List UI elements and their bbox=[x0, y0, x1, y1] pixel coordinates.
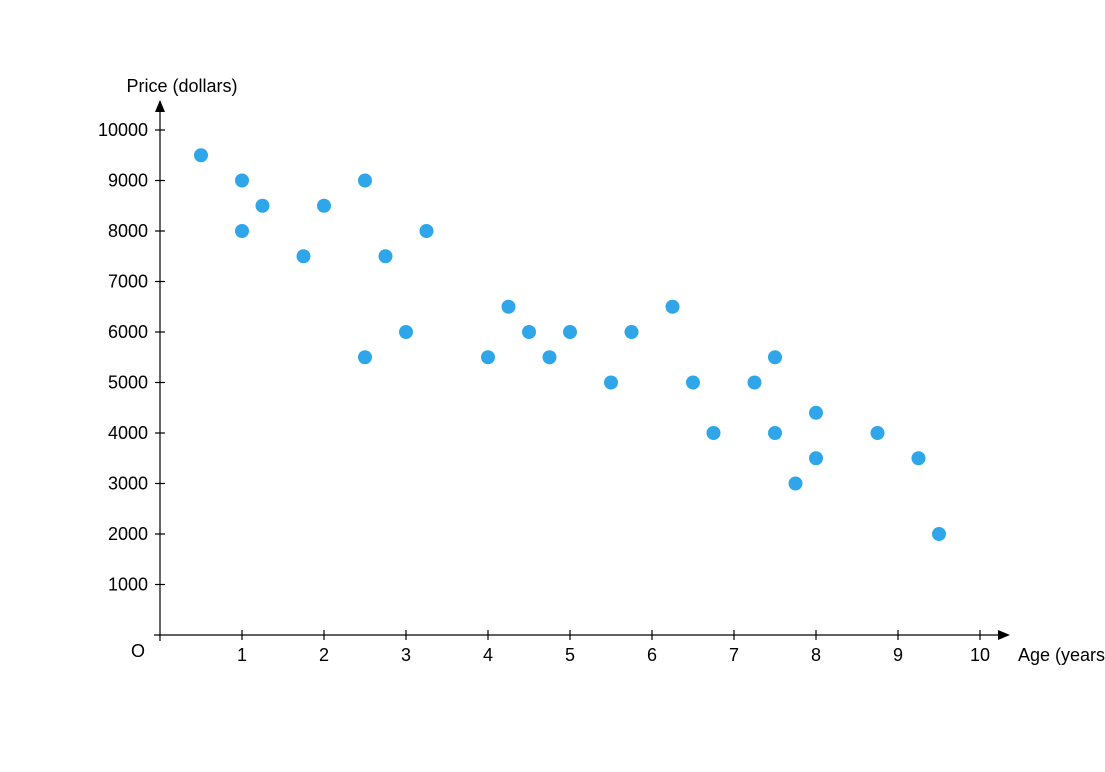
y-axis-title: Price (dollars) bbox=[126, 76, 237, 96]
data-point bbox=[707, 426, 721, 440]
x-tick-label: 5 bbox=[565, 645, 575, 665]
data-point bbox=[871, 426, 885, 440]
data-point bbox=[235, 174, 249, 188]
y-tick-label: 8000 bbox=[108, 221, 148, 241]
y-tick-label: 4000 bbox=[108, 423, 148, 443]
data-point bbox=[809, 451, 823, 465]
x-tick-label: 9 bbox=[893, 645, 903, 665]
x-axis-title: Age (years) bbox=[1018, 645, 1105, 665]
x-tick-label: 6 bbox=[647, 645, 657, 665]
chart-stage: O 1 2 3 4 5 6 7 8 9 10 1000 2000 3000 4000 5000 6000 7000… bbox=[0, 0, 1105, 772]
y-tick-label: 10000 bbox=[98, 120, 148, 140]
y-tick-label: 9000 bbox=[108, 171, 148, 191]
data-point bbox=[789, 477, 803, 491]
data-point bbox=[522, 325, 536, 339]
data-point bbox=[666, 300, 680, 314]
y-tick-label: 1000 bbox=[108, 575, 148, 595]
data-point bbox=[420, 224, 434, 238]
x-tick-label: 1 bbox=[237, 645, 247, 665]
data-point bbox=[379, 249, 393, 263]
x-tick-label: 2 bbox=[319, 645, 329, 665]
data-point bbox=[748, 376, 762, 390]
data-point bbox=[543, 350, 557, 364]
data-point bbox=[932, 527, 946, 541]
data-point bbox=[256, 199, 270, 213]
data-point bbox=[625, 325, 639, 339]
data-point bbox=[194, 148, 208, 162]
y-tick-label: 3000 bbox=[108, 474, 148, 494]
data-point bbox=[604, 376, 618, 390]
origin-label: O bbox=[131, 641, 145, 661]
data-point bbox=[358, 350, 372, 364]
data-point bbox=[809, 406, 823, 420]
y-tick-label: 5000 bbox=[108, 373, 148, 393]
x-tick-label: 4 bbox=[483, 645, 493, 665]
x-tick-label: 10 bbox=[970, 645, 990, 665]
y-axis-arrow bbox=[155, 100, 165, 112]
data-point bbox=[686, 376, 700, 390]
data-point bbox=[502, 300, 516, 314]
x-tick-label: 3 bbox=[401, 645, 411, 665]
y-tick-label: 6000 bbox=[108, 322, 148, 342]
x-tick-label: 7 bbox=[729, 645, 739, 665]
x-axis-arrow bbox=[998, 630, 1010, 640]
data-point bbox=[317, 199, 331, 213]
data-point bbox=[768, 426, 782, 440]
data-point bbox=[563, 325, 577, 339]
data-point bbox=[768, 350, 782, 364]
data-point bbox=[235, 224, 249, 238]
x-tick-label: 8 bbox=[811, 645, 821, 665]
scatter-chart: O 1 2 3 4 5 6 7 8 9 10 1000 2000 3000 4000 5000 6000 7000… bbox=[0, 0, 1105, 772]
data-point bbox=[358, 174, 372, 188]
y-tick-label: 7000 bbox=[108, 272, 148, 292]
y-tick-label: 2000 bbox=[108, 524, 148, 544]
data-point bbox=[481, 350, 495, 364]
data-point bbox=[399, 325, 413, 339]
data-point bbox=[912, 451, 926, 465]
data-point bbox=[297, 249, 311, 263]
